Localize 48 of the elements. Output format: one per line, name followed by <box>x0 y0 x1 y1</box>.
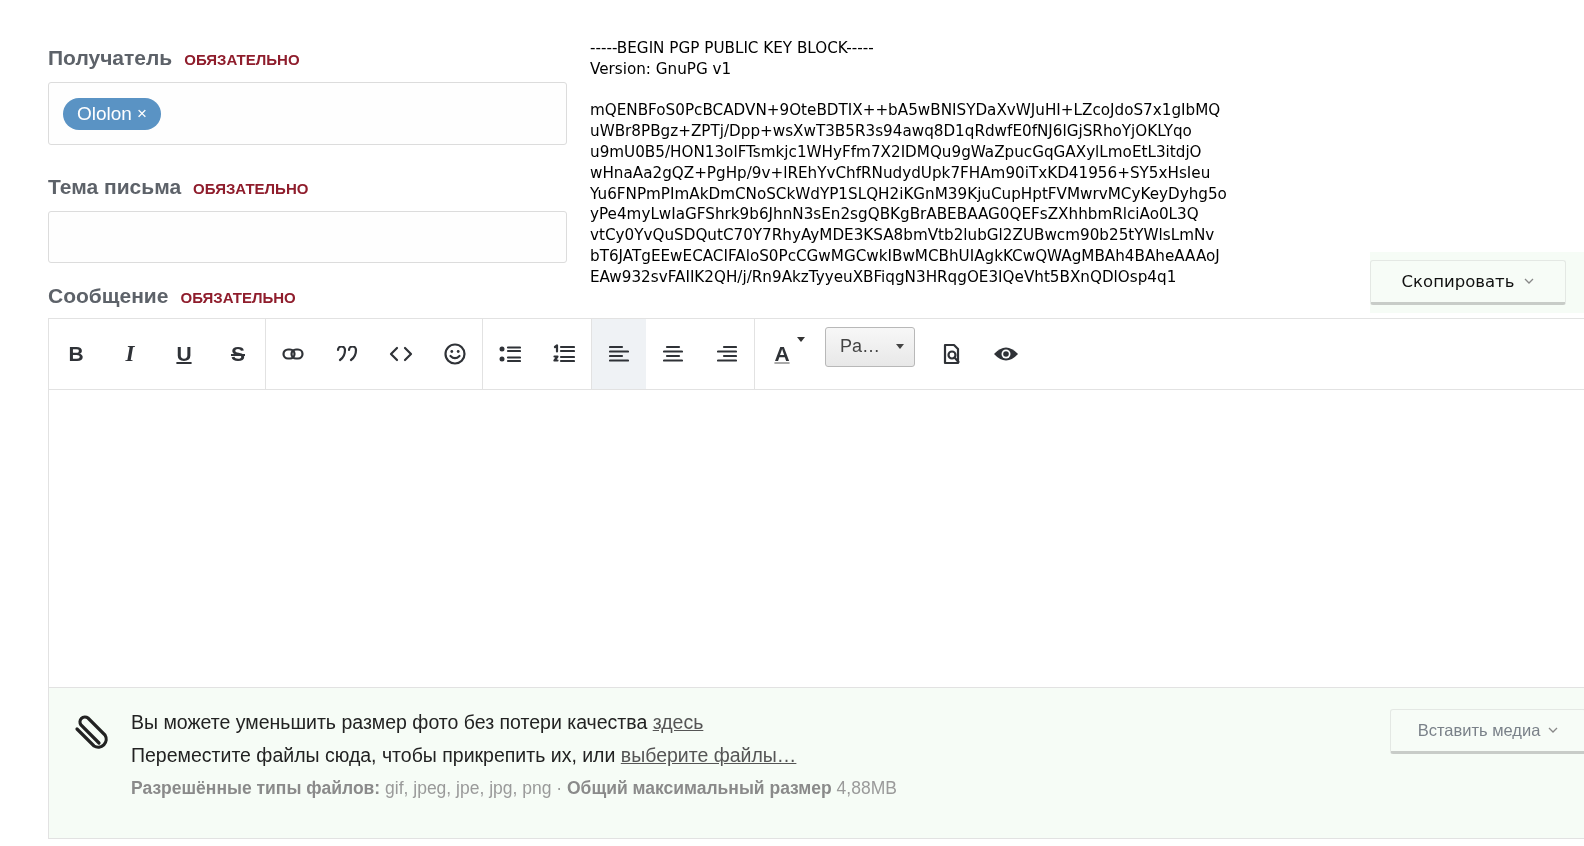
field-label: Получатель <box>48 46 173 70</box>
quote-icon <box>336 345 358 362</box>
chevron-down-icon <box>1524 278 1535 285</box>
recipient-tag: Ololon × <box>63 97 161 130</box>
required-label: ОБЯЗАТЕЛЬНО <box>193 180 309 197</box>
required-label: ОБЯЗАТЕЛЬНО <box>180 288 296 306</box>
code-line: Version: GnuPG v1 <box>590 58 733 80</box>
toolbar-button[interactable] <box>592 318 646 389</box>
caret-icon <box>796 337 805 343</box>
align-right-icon <box>717 344 737 363</box>
align-left-icon <box>609 344 629 363</box>
toolbar-button[interactable]: S <box>211 318 265 389</box>
toolbar-button[interactable]: I <box>103 318 157 389</box>
allowed-file-types: Разрешённые типы файлов: gif, jpeg, jpe, jpg, png · Общий максимальный размер 4,88MB <box>131 776 897 800</box>
chevron-down-icon <box>1548 727 1559 734</box>
toolbar-button[interactable]: U <box>157 318 211 389</box>
choose-files-link[interactable]: выберите файлы… <box>620 743 797 766</box>
numbered-list-icon <box>553 343 575 364</box>
code-line: uWBr8PBgz+ZPTj/Dpp+wsXwT3B5R3s94awq8D1qRdwfE0fNJ6lGjSRhoYjOKLYqo <box>590 121 1193 142</box>
code-line: bT6JATgEEwECACIFAloS0PcCGwMGCwkIBwMCBhUIAgkKCwQWAgMBAh4BAheAAAoJ <box>590 245 1221 267</box>
caret-icon <box>896 344 904 350</box>
paragraph-style-dropdown[interactable]: Pa… <box>825 326 915 367</box>
drop-files-hint: Переместите файлы сюда, чтобы прикрепить их, или выберите файлы… <box>131 742 798 768</box>
insert-media-button[interactable]: Вставить медиа <box>1390 708 1584 754</box>
link-icon <box>282 346 304 361</box>
code-line: Yu6FNPmPImAkDmCNoSCkWdYP1SLQH2iKGnM39KjuCupHptFVMwrvMCyKeyDyhg5o <box>590 183 1227 205</box>
eye-icon <box>993 345 1019 362</box>
bulleted-list-icon <box>499 344 521 363</box>
toolbar-button[interactable]: A <box>755 318 809 389</box>
smiley-icon <box>444 342 466 365</box>
code-line: -----BEGIN PGP PUBLIC KEY BLOCK----- <box>590 38 875 59</box>
align-center-icon <box>663 344 683 363</box>
field-label: Сообщение <box>48 283 169 308</box>
code-line: mQENBFoS0PcBCADVN+9OteBDTIX++bA5wBNISYDaXvWJuHI+LZcoJdoS7x1gIbMQ <box>590 100 1222 122</box>
here-link[interactable]: здесь <box>652 710 704 733</box>
code-line: wHnaAa2gQZ+PgHp/9v+lREhYvChfRNudydUpk7FHAm90iTxKD41956+SY5xHsIeu <box>590 162 1212 184</box>
field-label: Тема письма <box>48 175 182 199</box>
code-line: u9mU0B5/HON13olFTsmkjc1WHyFfm7X2IDMQu9gWaZpucGqGAXylLmoEtL3itdjO <box>590 142 1203 163</box>
code-line: EAw932svFAIIK2QH/j/Rn9AkzTyyeuXBFiqgN3HRqgOE3IQeVht5BXnQDlOsp4q1 <box>590 266 1178 288</box>
required-label: ОБЯЗАТЕЛЬНО <box>184 51 300 68</box>
toolbar-button[interactable]: B <box>49 318 103 389</box>
photo-size-hint: Вы можете уменьшить размер фото без потери качества здесь <box>131 709 705 735</box>
preview-icon <box>942 342 962 365</box>
code-line: vtCy0YvQuSDQutC70Y7RhyAyMDE3KSA8bmVtb2lubGl2ZUBwcm90b25tYWlsLmNv <box>590 225 1216 246</box>
code-icon <box>389 345 413 362</box>
copy-button[interactable]: Скопировать <box>1370 259 1566 305</box>
code-line: yPe4myLwIaGFShrk9b6JhnN3sEn2sgQBKgBrABEBAAG0QEFsZXhhbmRlciAo0L3Q <box>590 204 1200 226</box>
subject-field[interactable] <box>48 211 567 263</box>
